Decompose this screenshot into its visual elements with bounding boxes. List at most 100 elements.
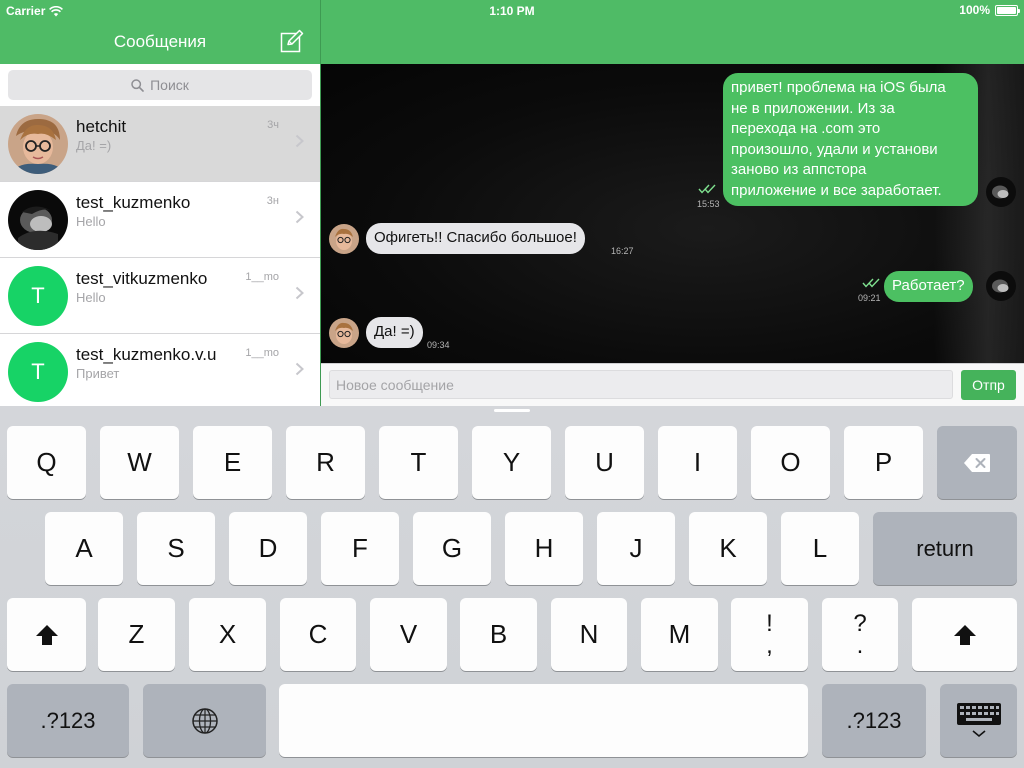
key-u[interactable]: U bbox=[565, 426, 644, 499]
dismiss-keyboard-key[interactable] bbox=[940, 684, 1017, 757]
key-f[interactable]: F bbox=[321, 512, 399, 585]
chevron-right-icon bbox=[295, 362, 304, 376]
conversation-time: 3н bbox=[266, 195, 279, 207]
conversation-preview: Привет bbox=[76, 366, 120, 381]
key-l[interactable]: L bbox=[781, 512, 859, 585]
key-z[interactable]: Z bbox=[98, 598, 175, 671]
conversation-name: test_kuzmenko.v.u bbox=[76, 345, 217, 364]
message-line: произошло, удали и установи bbox=[731, 140, 938, 158]
key-secondary-char: . bbox=[856, 631, 864, 659]
conversation-item[interactable]: test_kuzmenko Hello 3н bbox=[0, 182, 320, 258]
search-bar: Поиск bbox=[0, 64, 320, 106]
battery-percent: 100% bbox=[959, 3, 990, 17]
key-a[interactable]: A bbox=[45, 512, 123, 585]
key-exclamation-comma[interactable]: ! , bbox=[731, 598, 808, 671]
conversation-list-pane: Поиск hetchit Да! =) 3ч test_kuzmenko He… bbox=[0, 64, 320, 406]
delete-icon bbox=[964, 453, 990, 472]
conversation-item[interactable]: hetchit Да! =) 3ч bbox=[0, 106, 320, 182]
conversation-preview: Да! =) bbox=[76, 138, 112, 153]
key-question-period[interactable]: ? . bbox=[822, 598, 898, 671]
outgoing-message-bubble[interactable]: Работает? bbox=[884, 271, 973, 302]
return-key[interactable]: return bbox=[873, 512, 1017, 585]
key-p[interactable]: P bbox=[844, 426, 923, 499]
navigation-bar: Carrier 1:10 PM 100% Сообщения bbox=[0, 0, 1024, 64]
message-time: 09:34 bbox=[427, 340, 450, 350]
shift-key[interactable] bbox=[7, 598, 86, 671]
key-y[interactable]: Y bbox=[472, 426, 551, 499]
read-receipt-icon bbox=[698, 184, 716, 194]
avatar bbox=[8, 190, 68, 250]
key-b[interactable]: B bbox=[460, 598, 537, 671]
battery-icon bbox=[995, 4, 1020, 16]
space-bar[interactable] bbox=[279, 684, 808, 757]
message-line: Офигеть!! Спасибо большое! bbox=[374, 229, 577, 246]
key-k[interactable]: K bbox=[689, 512, 767, 585]
key-g[interactable]: G bbox=[413, 512, 491, 585]
conversation-item[interactable]: T test_kuzmenko.v.u Привет 1__mo bbox=[0, 334, 320, 406]
delete-key[interactable] bbox=[937, 426, 1017, 499]
message-line: приложение и все заработает. bbox=[731, 181, 942, 199]
key-c[interactable]: C bbox=[280, 598, 356, 671]
search-placeholder: Поиск bbox=[150, 77, 189, 93]
globe-icon bbox=[191, 707, 218, 734]
conversation-preview: Hello bbox=[76, 214, 106, 229]
compose-icon[interactable] bbox=[280, 29, 304, 53]
search-field[interactable]: Поиск bbox=[8, 70, 312, 100]
message-time: 09:21 bbox=[858, 293, 881, 303]
incoming-message-bubble[interactable]: Офигеть!! Спасибо большое! bbox=[366, 223, 585, 254]
send-button[interactable]: Отпр bbox=[961, 370, 1016, 400]
conversation-name: hetchit bbox=[76, 117, 127, 136]
numbers-key[interactable]: .?123 bbox=[7, 684, 129, 757]
chat-thread[interactable]: привет! проблема на iOS была не в прилож… bbox=[321, 64, 1024, 363]
key-e[interactable]: E bbox=[193, 426, 272, 499]
key-n[interactable]: N bbox=[551, 598, 627, 671]
message-line: привет! проблема на iOS была bbox=[731, 79, 946, 96]
keyboard-handle[interactable] bbox=[494, 409, 530, 412]
conversation-time: 1__mo bbox=[245, 271, 279, 283]
shift-icon bbox=[953, 624, 976, 645]
key-r[interactable]: R bbox=[286, 426, 365, 499]
numbers-key[interactable]: .?123 bbox=[822, 684, 926, 757]
key-q[interactable]: Q bbox=[7, 426, 86, 499]
key-d[interactable]: D bbox=[229, 512, 307, 585]
message-line: заново из аппстора bbox=[731, 161, 867, 178]
shift-key[interactable] bbox=[912, 598, 1017, 671]
chevron-right-icon bbox=[295, 134, 304, 148]
key-o[interactable]: O bbox=[751, 426, 830, 499]
message-line: не в приложении. Из за bbox=[731, 99, 895, 117]
message-line: Работает? bbox=[892, 277, 965, 294]
outgoing-message-bubble[interactable]: привет! проблема на iOS была не в прилож… bbox=[723, 73, 978, 206]
conversation-name: test_kuzmenko bbox=[76, 193, 191, 212]
globe-key[interactable] bbox=[143, 684, 266, 757]
avatar bbox=[986, 271, 1016, 301]
message-line: перехода на .com это bbox=[731, 120, 881, 137]
incoming-message-bubble[interactable]: Да! =) bbox=[366, 317, 423, 348]
keyboard-dismiss-icon bbox=[956, 702, 1001, 737]
read-receipt-icon bbox=[862, 278, 880, 288]
search-icon bbox=[131, 78, 144, 92]
key-t[interactable]: T bbox=[379, 426, 458, 499]
key-v[interactable]: V bbox=[370, 598, 447, 671]
message-line: Да! =) bbox=[374, 323, 415, 340]
avatar: T bbox=[8, 342, 68, 402]
key-m[interactable]: M bbox=[641, 598, 718, 671]
conversation-time: 3ч bbox=[267, 119, 279, 131]
key-h[interactable]: H bbox=[505, 512, 583, 585]
battery-indicator: 100% bbox=[959, 3, 1020, 17]
on-screen-keyboard: Q W E R T Y U I O P A S D F G H J K L re… bbox=[0, 406, 1024, 768]
message-time: 15:53 bbox=[697, 199, 720, 209]
conversation-item[interactable]: T test_vitkuzmenko Hello 1__mo bbox=[0, 258, 320, 334]
key-j[interactable]: J bbox=[597, 512, 675, 585]
key-s[interactable]: S bbox=[137, 512, 215, 585]
status-bar: Carrier 1:10 PM 100% bbox=[0, 0, 1024, 22]
message-input[interactable] bbox=[329, 370, 953, 399]
avatar bbox=[8, 114, 68, 174]
conversation-preview: Hello bbox=[76, 290, 106, 305]
key-w[interactable]: W bbox=[100, 426, 179, 499]
status-time: 1:10 PM bbox=[489, 4, 535, 18]
chevron-right-icon bbox=[295, 210, 304, 224]
key-i[interactable]: I bbox=[658, 426, 737, 499]
key-x[interactable]: X bbox=[189, 598, 266, 671]
avatar bbox=[986, 177, 1016, 207]
key-secondary-char: , bbox=[766, 631, 773, 659]
